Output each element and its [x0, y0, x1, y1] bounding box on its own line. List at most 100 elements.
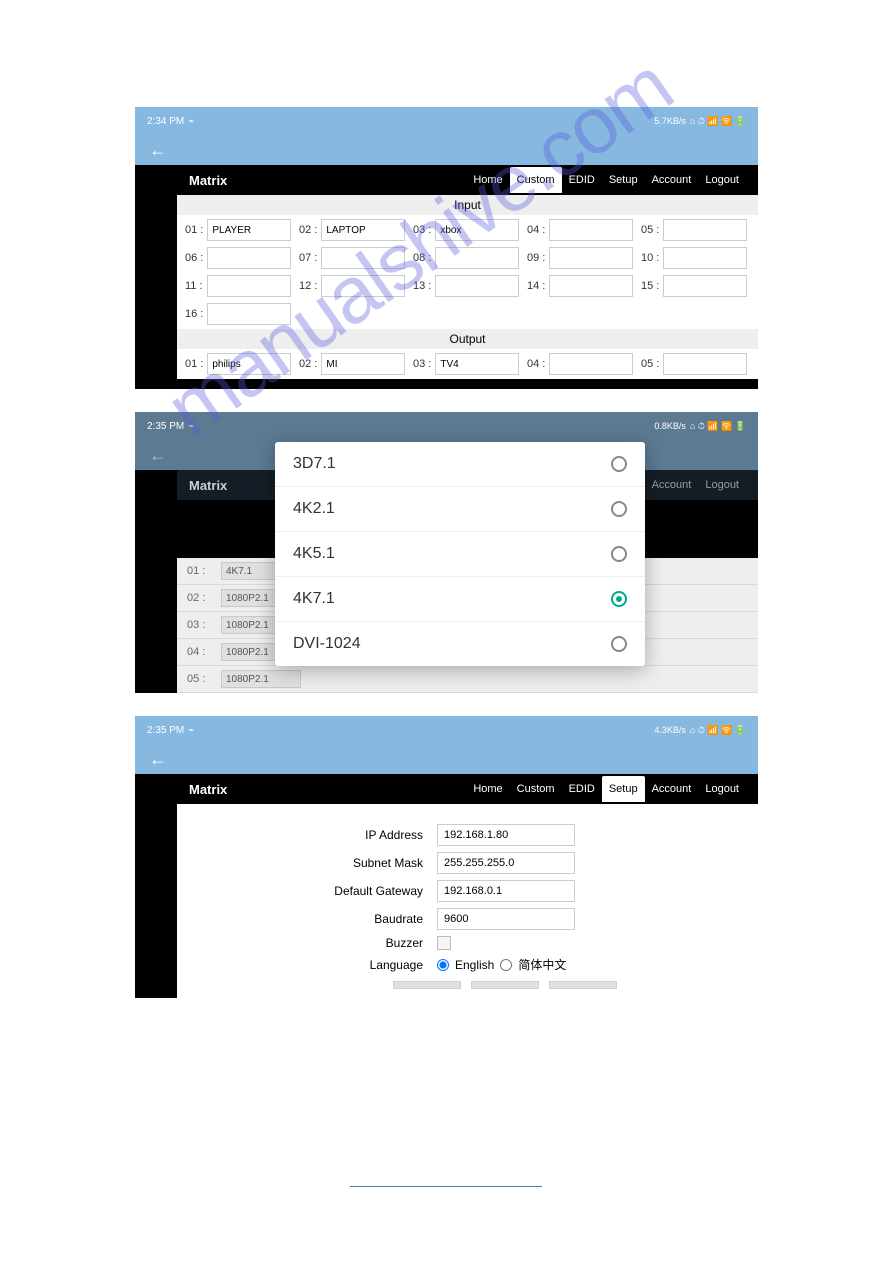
- output-field-01[interactable]: [207, 353, 291, 375]
- input-cell: 03 :: [413, 219, 519, 241]
- input-field-04[interactable]: [549, 219, 633, 241]
- back-icon[interactable]: ←: [149, 141, 167, 159]
- black-side: [135, 470, 177, 693]
- nav-tabs: Home Custom EDID Setup Account Logout: [466, 167, 746, 193]
- ip-input[interactable]: [437, 824, 575, 846]
- radio-icon: [611, 456, 627, 472]
- input-num: 09 :: [527, 252, 545, 264]
- input-field-08[interactable]: [435, 247, 519, 269]
- outputs-grid: 01 :02 :03 :04 :05 :: [177, 349, 758, 379]
- lang-en-text: English: [455, 958, 494, 972]
- edid-option-label: 3D7.1: [293, 455, 336, 473]
- tab-logout[interactable]: Logout: [698, 167, 746, 193]
- input-field-03[interactable]: [435, 219, 519, 241]
- buzzer-checkbox[interactable]: [437, 936, 451, 950]
- input-field-05[interactable]: [663, 219, 747, 241]
- input-cell: 14 :: [527, 275, 633, 297]
- output-field-03[interactable]: [435, 353, 519, 375]
- gw-input[interactable]: [437, 880, 575, 902]
- input-num: 05 :: [641, 224, 659, 236]
- lang-label: Language: [177, 958, 437, 972]
- input-field-07[interactable]: [321, 247, 405, 269]
- input-cell: 10 :: [641, 247, 747, 269]
- edid-option-label: 4K5.1: [293, 545, 335, 563]
- input-field-13[interactable]: [435, 275, 519, 297]
- edid-option[interactable]: 3D7.1: [275, 442, 645, 487]
- edid-option[interactable]: 4K2.1: [275, 487, 645, 532]
- setup-button-2[interactable]: [471, 981, 539, 989]
- input-field-11[interactable]: [207, 275, 291, 297]
- input-cell: 05 :: [641, 219, 747, 241]
- tab-edid[interactable]: EDID: [562, 776, 602, 802]
- setup-button-3[interactable]: [549, 981, 617, 989]
- input-num: 10 :: [641, 252, 659, 264]
- input-field-06[interactable]: [207, 247, 291, 269]
- baud-label: Baudrate: [177, 912, 437, 926]
- output-num: 03 :: [413, 358, 431, 370]
- input-field-02[interactable]: [321, 219, 405, 241]
- status-bar: 2:35 PM ⌁ 0.8KB/s ⌂ ⏱ 📶 🛜 🔋: [135, 412, 758, 440]
- status-bar: 2:34 PM ⌁ 5.7KB/s ⌂ ⏱ 📶 🛜 🔋: [135, 107, 758, 135]
- input-cell: 06 :: [185, 247, 291, 269]
- input-field-12[interactable]: [321, 275, 405, 297]
- output-field-05[interactable]: [663, 353, 747, 375]
- sim-icon: ⌁: [188, 725, 194, 736]
- nav-back-bar: ←: [135, 744, 758, 774]
- tab-custom[interactable]: Custom: [510, 776, 562, 802]
- tab-account[interactable]: Account: [645, 167, 699, 193]
- output-field-04[interactable]: [549, 353, 633, 375]
- input-field-14[interactable]: [549, 275, 633, 297]
- status-icons: ⌂ ⏱ 📶 🛜 🔋: [690, 421, 746, 432]
- input-cell: 13 :: [413, 275, 519, 297]
- edid-option-label: 4K7.1: [293, 590, 335, 608]
- input-num: 11 :: [185, 280, 203, 292]
- tab-custom[interactable]: Custom: [510, 167, 562, 193]
- footer-divider: [350, 1186, 542, 1187]
- back-icon[interactable]: ←: [149, 446, 167, 464]
- radio-icon: [611, 501, 627, 517]
- output-field-02[interactable]: [321, 353, 405, 375]
- input-field-16[interactable]: [207, 303, 291, 325]
- status-bar: 2:35 PM ⌁ 4.3KB/s ⌂ ⏱ 📶 🛜 🔋: [135, 716, 758, 744]
- tab-home[interactable]: Home: [466, 776, 509, 802]
- inputs-grid: 01 :02 :03 :04 :05 :06 :07 :08 :09 :10 :…: [177, 215, 758, 329]
- input-num: 12 :: [299, 280, 317, 292]
- screenshot-edid: 2:35 PM ⌁ 0.8KB/s ⌂ ⏱ 📶 🛜 🔋 ← Matrix . S…: [135, 412, 758, 693]
- tab-account[interactable]: Account: [645, 472, 699, 498]
- input-cell: 16 :: [185, 303, 291, 325]
- input-cell: 15 :: [641, 275, 747, 297]
- back-icon[interactable]: ←: [149, 750, 167, 768]
- edid-option[interactable]: DVI-1024: [275, 622, 645, 666]
- output-cell: 03 :: [413, 353, 519, 375]
- net-speed: 0.8KB/s: [654, 421, 686, 431]
- baud-input[interactable]: [437, 908, 575, 930]
- input-field-01[interactable]: [207, 219, 291, 241]
- tab-setup[interactable]: Setup: [602, 776, 645, 802]
- input-field-10[interactable]: [663, 247, 747, 269]
- mask-input[interactable]: [437, 852, 575, 874]
- output-cell: 04 :: [527, 353, 633, 375]
- input-field-09[interactable]: [549, 247, 633, 269]
- tab-account[interactable]: Account: [645, 776, 699, 802]
- edid-option[interactable]: 4K5.1: [275, 532, 645, 577]
- tab-logout[interactable]: Logout: [698, 472, 746, 498]
- tab-logout[interactable]: Logout: [698, 776, 746, 802]
- tab-setup[interactable]: Setup: [602, 167, 645, 193]
- output-num: 01 :: [185, 358, 203, 370]
- tab-home[interactable]: Home: [466, 167, 509, 193]
- input-num: 08 :: [413, 252, 431, 264]
- lang-cn-radio[interactable]: [500, 959, 512, 971]
- input-num: 04 :: [527, 224, 545, 236]
- edid-option-label: 4K2.1: [293, 500, 335, 518]
- lang-en-radio[interactable]: [437, 959, 449, 971]
- header-bar: Matrix Home Custom EDID Setup Account Lo…: [177, 165, 758, 195]
- input-num: 02 :: [299, 224, 317, 236]
- setup-button-1[interactable]: [393, 981, 461, 989]
- tab-edid[interactable]: EDID: [562, 167, 602, 193]
- section-output-head: Output: [177, 329, 758, 349]
- buzzer-label: Buzzer: [177, 936, 437, 950]
- edid-option[interactable]: 4K7.1: [275, 577, 645, 622]
- sim-icon: ⌁: [188, 421, 194, 432]
- input-field-15[interactable]: [663, 275, 747, 297]
- input-cell: 12 :: [299, 275, 405, 297]
